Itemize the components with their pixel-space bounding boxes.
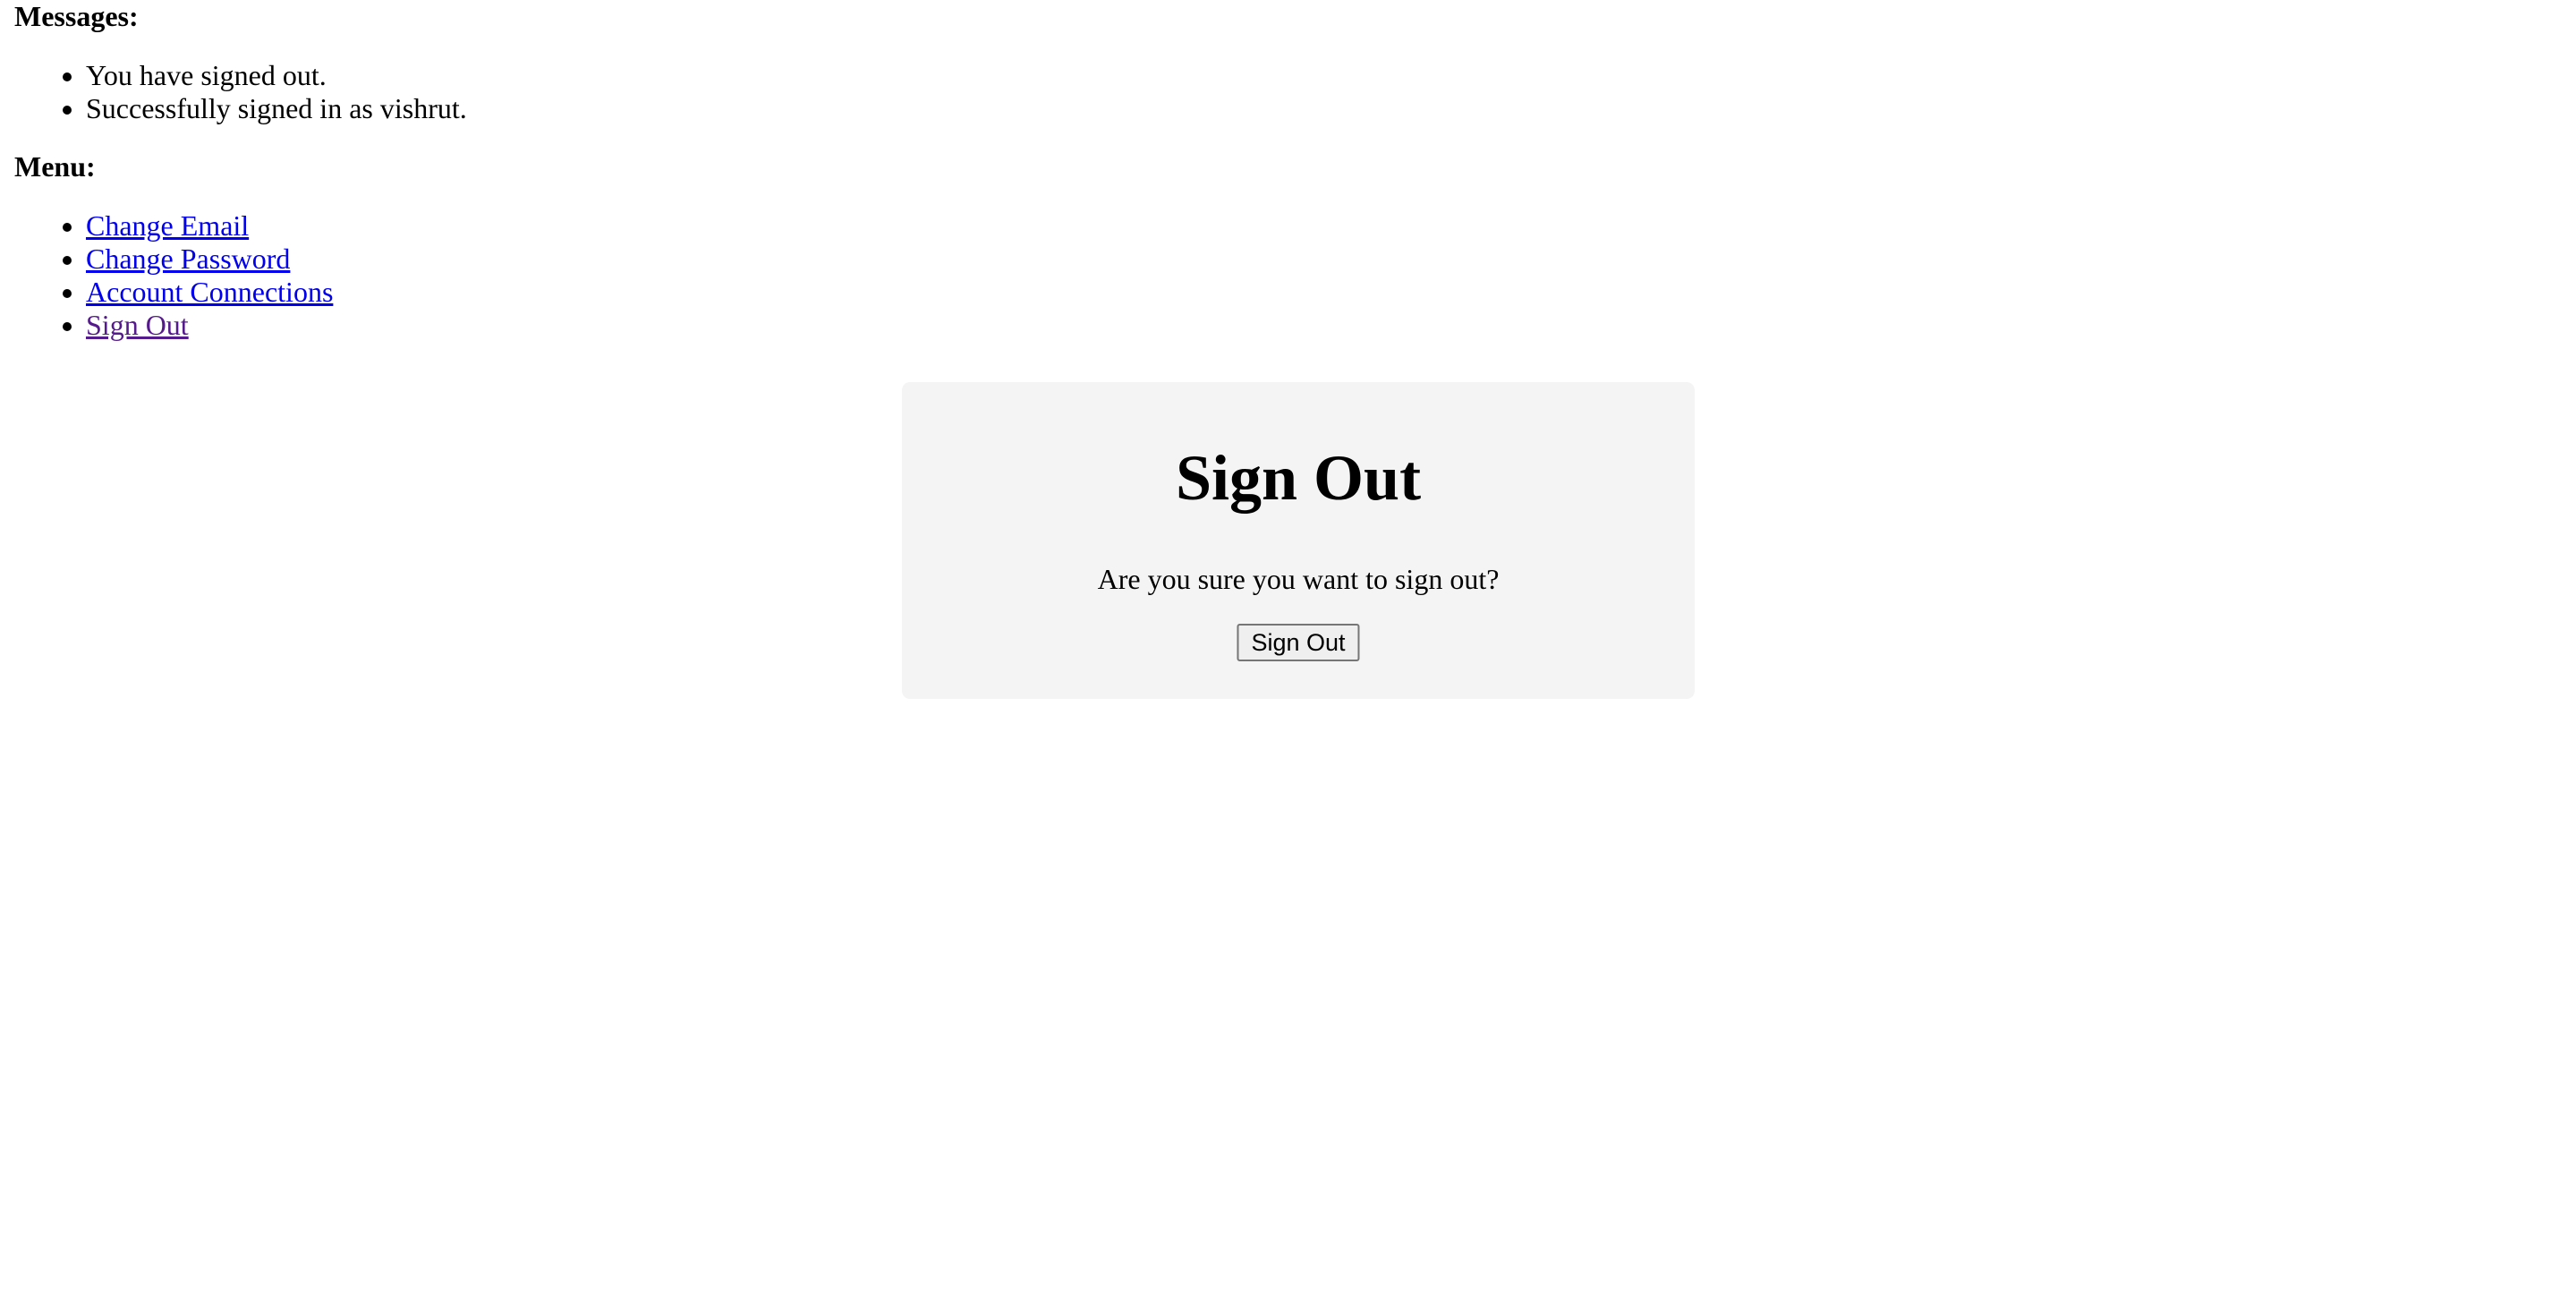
- account-connections-link[interactable]: Account Connections: [86, 276, 333, 308]
- messages-list: You have signed out. Successfully signed…: [14, 59, 2562, 125]
- page: Messages: You have signed out. Successfu…: [14, 0, 2562, 367]
- change-password-link[interactable]: Change Password: [86, 243, 290, 275]
- sign-out-title: Sign Out: [1175, 442, 1422, 514]
- menu-item-change-email: Change Email: [86, 209, 2562, 243]
- message-item: Successfully signed in as vishrut.: [86, 92, 2562, 125]
- menu-heading: Menu:: [14, 150, 96, 183]
- sign-out-link[interactable]: Sign Out: [86, 309, 189, 341]
- menu-item-account-connections: Account Connections: [86, 276, 2562, 309]
- sign-out-button[interactable]: Sign Out: [1237, 624, 1360, 661]
- menu-item-change-password: Change Password: [86, 243, 2562, 276]
- sign-out-card: Sign Out Are you sure you want to sign o…: [902, 382, 1695, 699]
- messages-heading: Messages:: [14, 0, 139, 32]
- change-email-link[interactable]: Change Email: [86, 209, 249, 242]
- menu-list: Change Email Change Password Account Con…: [14, 209, 2562, 342]
- message-item: You have signed out.: [86, 59, 2562, 92]
- menu-item-sign-out: Sign Out: [86, 309, 2562, 342]
- sign-out-prompt: Are you sure you want to sign out?: [1097, 563, 1500, 595]
